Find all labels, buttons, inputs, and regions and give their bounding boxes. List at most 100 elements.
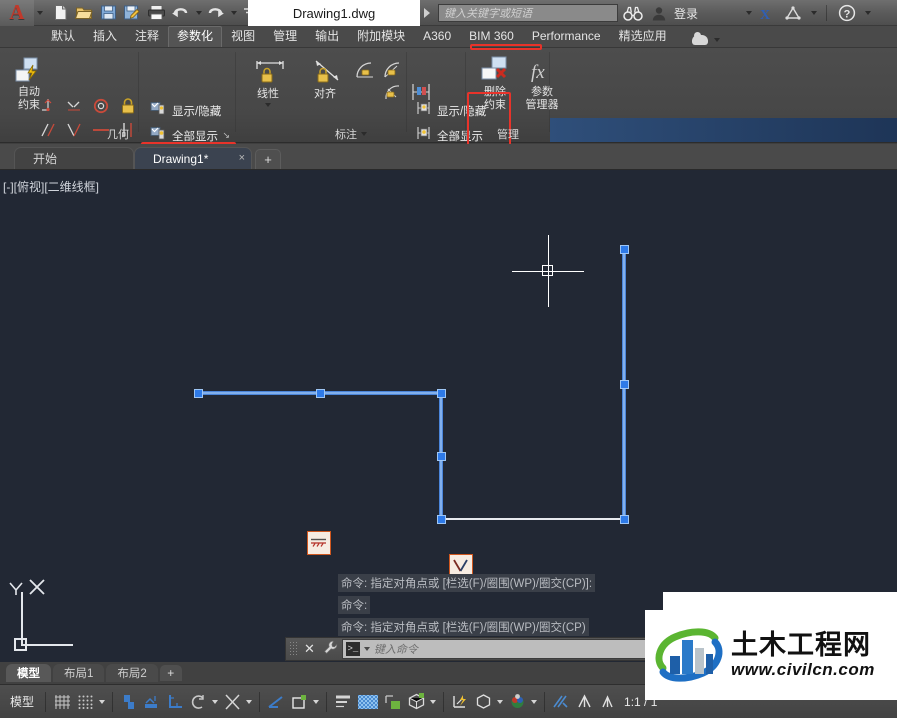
- display-drawing-grid-icon[interactable]: [51, 689, 73, 715]
- concentric-constraint-icon[interactable]: [92, 98, 110, 116]
- delete-constraints-button[interactable]: 删除 约束: [469, 56, 521, 112]
- redo-icon[interactable]: [204, 2, 226, 24]
- wrench-icon[interactable]: [323, 640, 338, 658]
- open-file-icon[interactable]: [73, 2, 95, 24]
- undo-dropdown-icon[interactable]: [196, 10, 202, 15]
- angular-dim-constraint-icon[interactable]: [354, 60, 376, 80]
- horizontal-constraint-marker[interactable]: [307, 531, 331, 555]
- save-icon[interactable]: [97, 2, 119, 24]
- annotation-scale-icon[interactable]: [596, 689, 618, 715]
- layout-tab-layout1[interactable]: 布局1: [53, 664, 105, 682]
- sign-in-label[interactable]: 登录: [674, 5, 698, 22]
- dimensional-panel-caret-icon[interactable]: [361, 132, 367, 136]
- show-hide-constraints-button[interactable]: 显示/隐藏: [150, 100, 221, 121]
- autodesk-exchange-icon[interactable]: X: [756, 2, 778, 24]
- ribbon-tab-addins[interactable]: 附加模块: [348, 26, 414, 47]
- ribbon-tab-default[interactable]: 默认: [42, 26, 84, 47]
- linear-dim-dropdown-icon[interactable]: [265, 103, 271, 107]
- autodesk-a360-icon[interactable]: [782, 2, 804, 24]
- ribbon-tab-output[interactable]: 输出: [306, 26, 348, 47]
- close-icon[interactable]: ✕: [304, 641, 315, 657]
- ribbon-tab-parametric[interactable]: 参数化: [168, 26, 223, 47]
- fix-constraint-icon[interactable]: [120, 97, 136, 115]
- object-snap-icon[interactable]: [221, 689, 243, 715]
- doc-tab-drawing1[interactable]: Drawing1* ×: [134, 147, 252, 169]
- a360-dropdown-icon[interactable]: [811, 11, 818, 15]
- collinear-constraint-icon[interactable]: [66, 98, 82, 114]
- ribbon-tab-bim360[interactable]: BIM 360: [460, 26, 523, 47]
- ortho-mode-icon[interactable]: [164, 689, 186, 715]
- diameter-dim-constraint-icon[interactable]: [382, 82, 404, 102]
- grip-point[interactable]: [316, 389, 325, 398]
- grip-point[interactable]: [437, 515, 446, 524]
- 3d-object-snap-dropdown-icon[interactable]: [430, 699, 437, 704]
- search-input[interactable]: 键入关键字或短语: [438, 4, 618, 22]
- lineweight-icon[interactable]: [332, 689, 354, 715]
- layout-tab-model[interactable]: 模型: [6, 664, 51, 682]
- annotation-visibility-icon[interactable]: [550, 689, 572, 715]
- undo-icon[interactable]: [169, 2, 191, 24]
- coincident-constraint-icon[interactable]: [40, 98, 56, 114]
- 3d-object-snap-icon[interactable]: [405, 689, 427, 715]
- help-question-icon[interactable]: ?: [836, 2, 858, 24]
- dynamic-input-icon[interactable]: [141, 689, 163, 715]
- ribbon-tab-insert[interactable]: 插入: [84, 26, 126, 47]
- grip-point[interactable]: [437, 452, 446, 461]
- application-menu-button[interactable]: A: [0, 0, 34, 26]
- parameters-manager-button[interactable]: fx 参数 管理器: [516, 56, 568, 112]
- bottom-horizontal-line[interactable]: [441, 518, 625, 520]
- visual-style-dropdown-icon[interactable]: [531, 699, 538, 704]
- new-file-icon[interactable]: [49, 2, 71, 24]
- status-space-label[interactable]: 模型: [4, 693, 40, 710]
- selection-cycling-icon[interactable]: [382, 689, 404, 715]
- ribbon-tab-featured-apps[interactable]: 精选应用: [610, 26, 676, 47]
- polar-tracking-icon[interactable]: [187, 689, 209, 715]
- close-icon[interactable]: ×: [239, 152, 245, 164]
- grip-point[interactable]: [620, 515, 629, 524]
- drawing-canvas[interactable]: [-][俯视][二维线框] 命令: 指定对角点或 [栏选(F)/圈围(WP)/圈…: [0, 170, 897, 664]
- aligned-dim-constraint-button[interactable]: 对齐: [299, 58, 351, 101]
- dimensional-panel-expand-icon[interactable]: ↘: [452, 130, 460, 141]
- ribbon-tab-a360[interactable]: A360: [414, 26, 460, 47]
- sign-in-dropdown-icon[interactable]: [746, 11, 753, 15]
- user-icon[interactable]: [648, 2, 670, 24]
- layout-tab-layout2[interactable]: 布局2: [106, 664, 158, 682]
- new-layout-button[interactable]: +: [159, 665, 182, 681]
- cloud-dropdown-icon[interactable]: [691, 32, 720, 47]
- convert-dim-icon[interactable]: [410, 82, 432, 102]
- grip-point[interactable]: [620, 245, 629, 254]
- ribbon-tab-manage[interactable]: 管理: [264, 26, 306, 47]
- gizmo-icon[interactable]: [472, 689, 494, 715]
- redo-dropdown-icon[interactable]: [231, 10, 237, 15]
- grip-point[interactable]: [620, 380, 629, 389]
- linear-dim-constraint-button[interactable]: 线性: [242, 58, 294, 107]
- command-history-dropdown-icon[interactable]: [363, 647, 370, 651]
- binoculars-icon[interactable]: [622, 2, 644, 24]
- dynamic-ucs-icon[interactable]: [449, 689, 471, 715]
- object-snap-tracking-icon[interactable]: [265, 689, 287, 715]
- object-snap-dropdown-icon[interactable]: [246, 699, 253, 704]
- ribbon-tab-view[interactable]: 视图: [222, 26, 264, 47]
- grip-point[interactable]: [437, 389, 446, 398]
- ucs-dropdown-icon[interactable]: [313, 699, 320, 704]
- doc-tab-start[interactable]: 开始: [14, 147, 134, 169]
- viewport-label[interactable]: [-][俯视][二维线框]: [3, 178, 99, 195]
- grip-point[interactable]: [194, 389, 203, 398]
- save-as-icon[interactable]: [121, 2, 143, 24]
- ucs-icon-toggle[interactable]: [288, 689, 310, 715]
- radial-dim-constraint-icon[interactable]: [382, 60, 404, 80]
- cloud-caret-icon[interactable]: [713, 38, 720, 42]
- gizmo-dropdown-icon[interactable]: [497, 699, 504, 704]
- title-expand-arrow-icon[interactable]: [424, 8, 430, 18]
- ribbon-tab-annotate[interactable]: 注释: [126, 26, 168, 47]
- ribbon-tab-performance[interactable]: Performance: [523, 26, 610, 47]
- new-document-tab-button[interactable]: +: [255, 149, 281, 169]
- command-input[interactable]: >_ 键入命令: [341, 639, 664, 659]
- transparency-icon[interactable]: [355, 689, 381, 715]
- autoscale-icon[interactable]: [573, 689, 595, 715]
- visual-style-icon[interactable]: [506, 689, 528, 715]
- plot-icon[interactable]: [145, 2, 167, 24]
- snap-mode-dropdown-icon[interactable]: [99, 699, 106, 704]
- geometric-panel-expand-icon[interactable]: ↘: [222, 130, 230, 141]
- command-bar[interactable]: ✕ >_ 键入命令: [285, 637, 667, 661]
